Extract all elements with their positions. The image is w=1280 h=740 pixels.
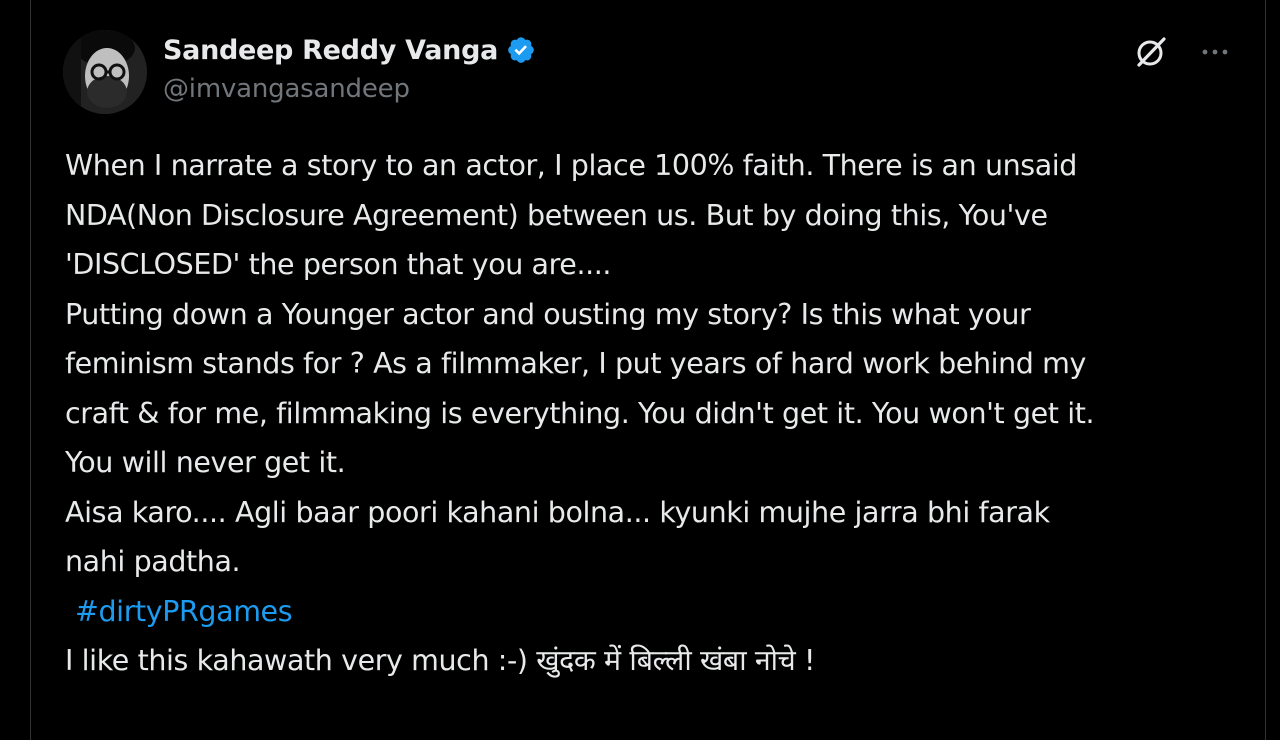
- tweet-text: When I narrate a story to an actor, I pl…: [65, 141, 1245, 686]
- author-handle[interactable]: @imvangasandeep: [163, 74, 536, 104]
- tweet-text-line: craft & for me, filmmaking is everything…: [65, 396, 1095, 430]
- tweet-card: Sandeep Reddy Vanga @imvangasandeep When…: [30, 0, 1266, 740]
- tweet-closing-line: I like this kahawath very much :-) खुंदक…: [65, 644, 816, 677]
- tweet-text-line: You will never get it.: [65, 446, 346, 479]
- avatar[interactable]: [63, 30, 147, 114]
- hashtag-link[interactable]: #dirtyPRgames: [65, 595, 293, 628]
- avatar-image: [63, 30, 147, 114]
- name-row: Sandeep Reddy Vanga: [163, 30, 536, 70]
- tweet-text-line: feminism stands for ? As a filmmaker, I …: [65, 347, 1086, 380]
- grok-icon[interactable]: [1133, 34, 1169, 70]
- tweet-header: Sandeep Reddy Vanga @imvangasandeep: [63, 28, 1245, 118]
- tweet-text-line: When I narrate a story to an actor, I pl…: [65, 149, 1077, 182]
- hashtag-line: #dirtyPRgames: [65, 587, 1245, 637]
- author-info: Sandeep Reddy Vanga @imvangasandeep: [163, 30, 536, 104]
- verified-badge-icon: [506, 35, 536, 65]
- more-options-icon[interactable]: [1197, 34, 1233, 70]
- author-display-name[interactable]: Sandeep Reddy Vanga: [163, 35, 498, 66]
- tweet-text-line: Putting down a Younger actor and ousting…: [65, 297, 1031, 331]
- tweet-text-line: nahi padtha.: [65, 545, 241, 578]
- tweet-text-line: 'DISCLOSED' the person that you are....: [65, 248, 612, 281]
- tweet-text-line: Aisa karo.... Agli baar poori kahani bol…: [65, 495, 1050, 529]
- tweet-text-line: NDA(Non Disclosure Agreement) between us…: [65, 198, 1048, 232]
